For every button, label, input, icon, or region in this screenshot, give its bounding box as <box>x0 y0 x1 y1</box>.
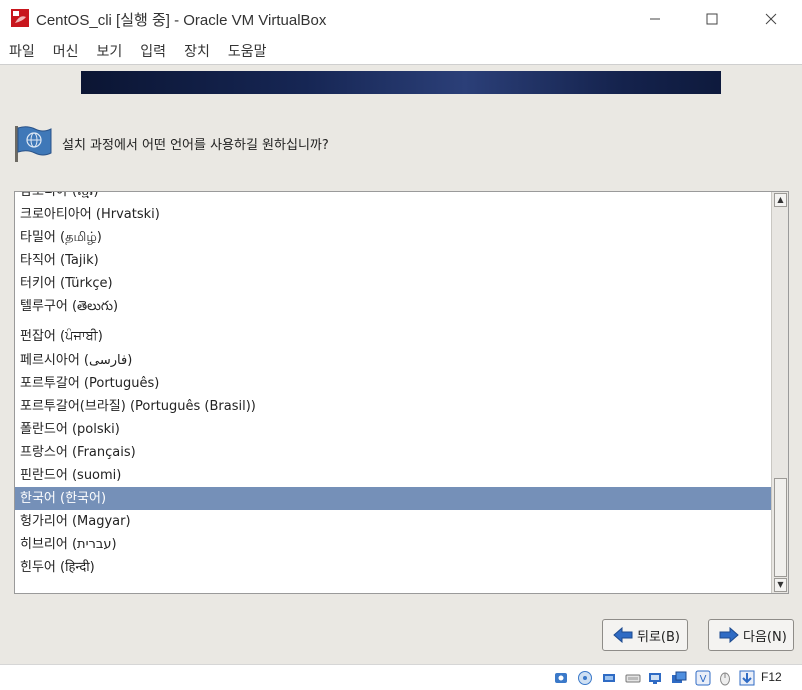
vm-status-bar: V F12 <box>0 664 802 690</box>
back-button[interactable]: 뒤로(B) <box>602 619 688 651</box>
audio-icon[interactable] <box>600 669 618 687</box>
mouse-integration-icon[interactable] <box>716 669 734 687</box>
menu-input[interactable]: 입력 <box>140 41 166 61</box>
list-item[interactable]: 포르투갈어(브라질) (Português (Brasil)) <box>15 395 771 418</box>
scroll-up-button[interactable]: ▲ <box>774 193 787 207</box>
optical-drive-icon[interactable] <box>576 669 594 687</box>
list-item[interactable]: 터키어 (Türkçe) <box>15 272 771 295</box>
scrollbar-thumb[interactable] <box>774 478 787 577</box>
list-item[interactable]: 타직어 (Tajik) <box>15 249 771 272</box>
list-item[interactable]: 폴란드어 (polski) <box>15 418 771 441</box>
language-list-items: 캄보디아 (ខ្មែរ) 크로아티아어 (Hrvatski) 타밀어 (தமிழ… <box>15 192 771 579</box>
list-item[interactable]: 펀잡어 (ਪੰਜਾਬੀ) <box>15 318 771 349</box>
close-icon <box>765 13 777 25</box>
keyboard-capture-icon[interactable] <box>738 669 756 687</box>
arrow-left-icon <box>613 627 633 643</box>
list-item[interactable]: 텔루구어 (తెలుగు) <box>15 295 771 318</box>
menu-help[interactable]: 도움말 <box>228 41 267 61</box>
language-flag-icon <box>15 126 52 162</box>
usb-icon[interactable] <box>646 669 664 687</box>
list-item[interactable]: 캄보디아 (ខ្មែរ) <box>15 192 771 203</box>
list-item[interactable]: 핀란드어 (suomi) <box>15 464 771 487</box>
shared-folders-icon[interactable] <box>670 669 688 687</box>
next-button[interactable]: 다음(N) <box>708 619 794 651</box>
list-item[interactable]: 페르시아어 (فارسی) <box>15 349 771 372</box>
menu-devices[interactable]: 장치 <box>184 41 210 61</box>
language-list[interactable]: 캄보디아 (ខ្មែរ) 크로아티아어 (Hrvatski) 타밀어 (தமிழ… <box>14 191 789 594</box>
menu-machine[interactable]: 머신 <box>53 41 79 61</box>
minimize-button[interactable] <box>632 0 678 38</box>
virtualization-icon[interactable]: V <box>694 669 712 687</box>
list-item[interactable]: 헝가리어 (Magyar) <box>15 510 771 533</box>
host-key-label: F12 <box>761 670 782 684</box>
list-item[interactable]: 히브리어 (עברית) <box>15 533 771 556</box>
virtualbox-app-icon <box>11 9 29 27</box>
list-item-selected[interactable]: 한국어 (한국어) <box>15 487 771 510</box>
menu-bar: 파일 머신 보기 입력 장치 도움말 <box>0 38 802 64</box>
hard-disk-icon[interactable] <box>552 669 570 687</box>
menu-file[interactable]: 파일 <box>9 41 35 61</box>
list-item[interactable]: 프랑스어 (Français) <box>15 441 771 464</box>
maximize-icon <box>706 13 718 25</box>
language-prompt: 설치 과정에서 어떤 언어를 사용하길 원하십니까? <box>62 138 329 153</box>
list-item[interactable]: 포르투갈어 (Português) <box>15 372 771 395</box>
close-button[interactable] <box>748 0 794 38</box>
svg-text:V: V <box>700 674 707 685</box>
maximize-button[interactable] <box>689 0 735 38</box>
scroll-down-button[interactable]: ▼ <box>774 578 787 592</box>
installer-banner <box>81 71 721 94</box>
window-title: CentOS_cli [실행 중] - Oracle VM VirtualBox <box>36 12 327 29</box>
minimize-icon <box>650 18 660 20</box>
menu-view[interactable]: 보기 <box>97 41 123 61</box>
list-item[interactable]: 힌두어 (हिन्दी) <box>15 556 771 579</box>
next-button-label: 다음(N) <box>743 629 787 645</box>
network-icon[interactable] <box>624 669 642 687</box>
list-item[interactable]: 타밀어 (தமிழ்) <box>15 226 771 249</box>
window-titlebar: CentOS_cli [실행 중] - Oracle VM VirtualBox <box>0 0 802 38</box>
arrow-right-icon <box>719 627 739 643</box>
list-item[interactable]: 크로아티아어 (Hrvatski) <box>15 203 771 226</box>
language-list-scrollbar[interactable]: ▲ ▼ <box>771 192 788 593</box>
guest-display[interactable]: 설치 과정에서 어떤 언어를 사용하길 원하십니까? 캄보디아 (ខ្មែរ) … <box>0 64 802 664</box>
back-button-label: 뒤로(B) <box>637 629 680 645</box>
